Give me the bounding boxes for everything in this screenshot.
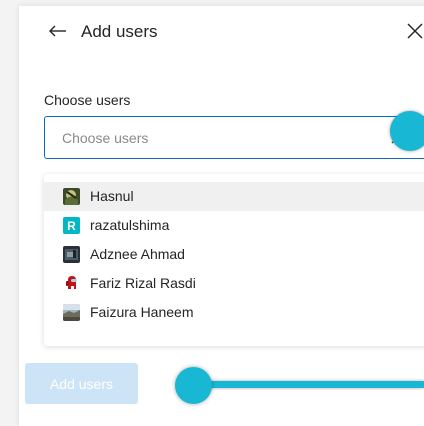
photo-avatar (63, 188, 80, 205)
choose-users-field[interactable] (44, 116, 424, 159)
avatar-initial: R (67, 218, 76, 233)
list-item-hasnul[interactable]: Hasnul (44, 182, 424, 211)
list-item-label: Fariz Rizal Rasdi (90, 275, 196, 291)
list-item-adznee-ahmad[interactable]: Adznee Ahmad (44, 240, 424, 269)
panel-header: Add users (19, 6, 424, 58)
photo-avatar (63, 246, 80, 263)
list-item-faizura-haneem[interactable]: Faizura Haneem (44, 298, 424, 327)
choose-users-input[interactable] (62, 127, 362, 149)
list-item-label: razatulshima (90, 217, 170, 233)
list-item-label: Faizura Haneem (90, 304, 194, 320)
page-title: Add users (81, 22, 158, 41)
character-avatar (63, 275, 80, 292)
close-icon[interactable] (407, 23, 423, 39)
choose-users-label: Choose users (44, 92, 131, 108)
letter-avatar: R (63, 217, 80, 234)
annotation-pointer-line (205, 381, 424, 388)
add-users-button[interactable]: Add users (25, 363, 138, 404)
list-item-razatulshima[interactable]: R razatulshima (44, 211, 424, 240)
annotation-pointer-dot (175, 367, 212, 404)
annotation-dot-marker (390, 111, 424, 151)
photo-avatar (63, 304, 80, 321)
user-suggestion-list: Hasnul R razatulshima Adznee Ahmad Fariz… (44, 174, 424, 346)
list-item-fariz-rizal-rasdi[interactable]: Fariz Rizal Rasdi (44, 269, 424, 298)
list-item-label: Adznee Ahmad (90, 246, 185, 262)
arrow-left-icon[interactable] (47, 20, 69, 42)
list-item-label: Hasnul (90, 188, 134, 204)
